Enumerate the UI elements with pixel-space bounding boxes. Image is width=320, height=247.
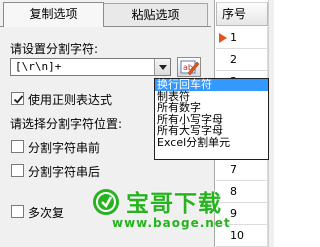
tab-paste-options[interactable]: 粘贴选项 (104, 3, 208, 27)
row-index: 10 (230, 229, 244, 242)
dropdown-item-crlf[interactable]: 换行回车符 (155, 79, 268, 91)
row-index: 2 (230, 53, 237, 66)
edit-icon: ab (180, 60, 200, 76)
table-row[interactable]: 2 (216, 49, 268, 71)
position-prompt: 请选择分割字符位置: (10, 117, 123, 131)
dropdown-item-digits[interactable]: 所有数字 (155, 102, 268, 114)
checkmark-icon (13, 95, 24, 104)
use-regex-checkbox[interactable] (11, 92, 24, 105)
split-before-checkbox[interactable] (11, 140, 24, 153)
split-before-label[interactable]: 分割字符串前 (28, 139, 100, 156)
regex-helper-button[interactable]: ab (177, 57, 201, 77)
dropdown-item-uppercase[interactable]: 所有大写字母 (155, 125, 268, 137)
grid-header-index[interactable]: 序号 (216, 2, 268, 26)
table-row[interactable]: 7 (216, 159, 268, 181)
multi-copy-label[interactable]: 多次复 (28, 204, 64, 221)
use-regex-label[interactable]: 使用正则表达式 (28, 91, 112, 108)
chevron-down-icon[interactable] (154, 59, 170, 75)
row-index: 1 (230, 31, 237, 44)
separator-prompt: 请设置分割字符: (10, 42, 99, 56)
separator-combobox[interactable]: [\r\n]+ (10, 58, 171, 76)
multi-copy-checkbox[interactable] (11, 205, 24, 218)
row-index: 9 (230, 207, 237, 220)
row-index: 8 (230, 185, 237, 198)
separator-dropdown-list: 换行回车符 制表符 所有数字 所有小写字母 所有大写字母 Excel分割单元 (154, 78, 269, 160)
watermark-title: 宝哥下载 (126, 191, 222, 217)
dropdown-item-excel-cell[interactable]: Excel分割单元 (155, 136, 268, 149)
split-after-label[interactable]: 分割字符串后 (28, 163, 100, 180)
row-index: 7 (230, 163, 237, 176)
split-after-checkbox[interactable] (11, 164, 24, 177)
tab-strip: 复制选项 粘贴选项 (0, 0, 215, 27)
table-row[interactable]: 1 (216, 27, 268, 49)
separator-value[interactable]: [\r\n]+ (15, 60, 61, 73)
row-pointer-icon (219, 33, 227, 43)
watermark-logo-icon (93, 189, 119, 215)
table-row[interactable]: 8 (216, 181, 268, 203)
tab-copy-options[interactable]: 复制选项 (3, 2, 104, 27)
watermark-url: www.baoge.net (112, 216, 231, 230)
